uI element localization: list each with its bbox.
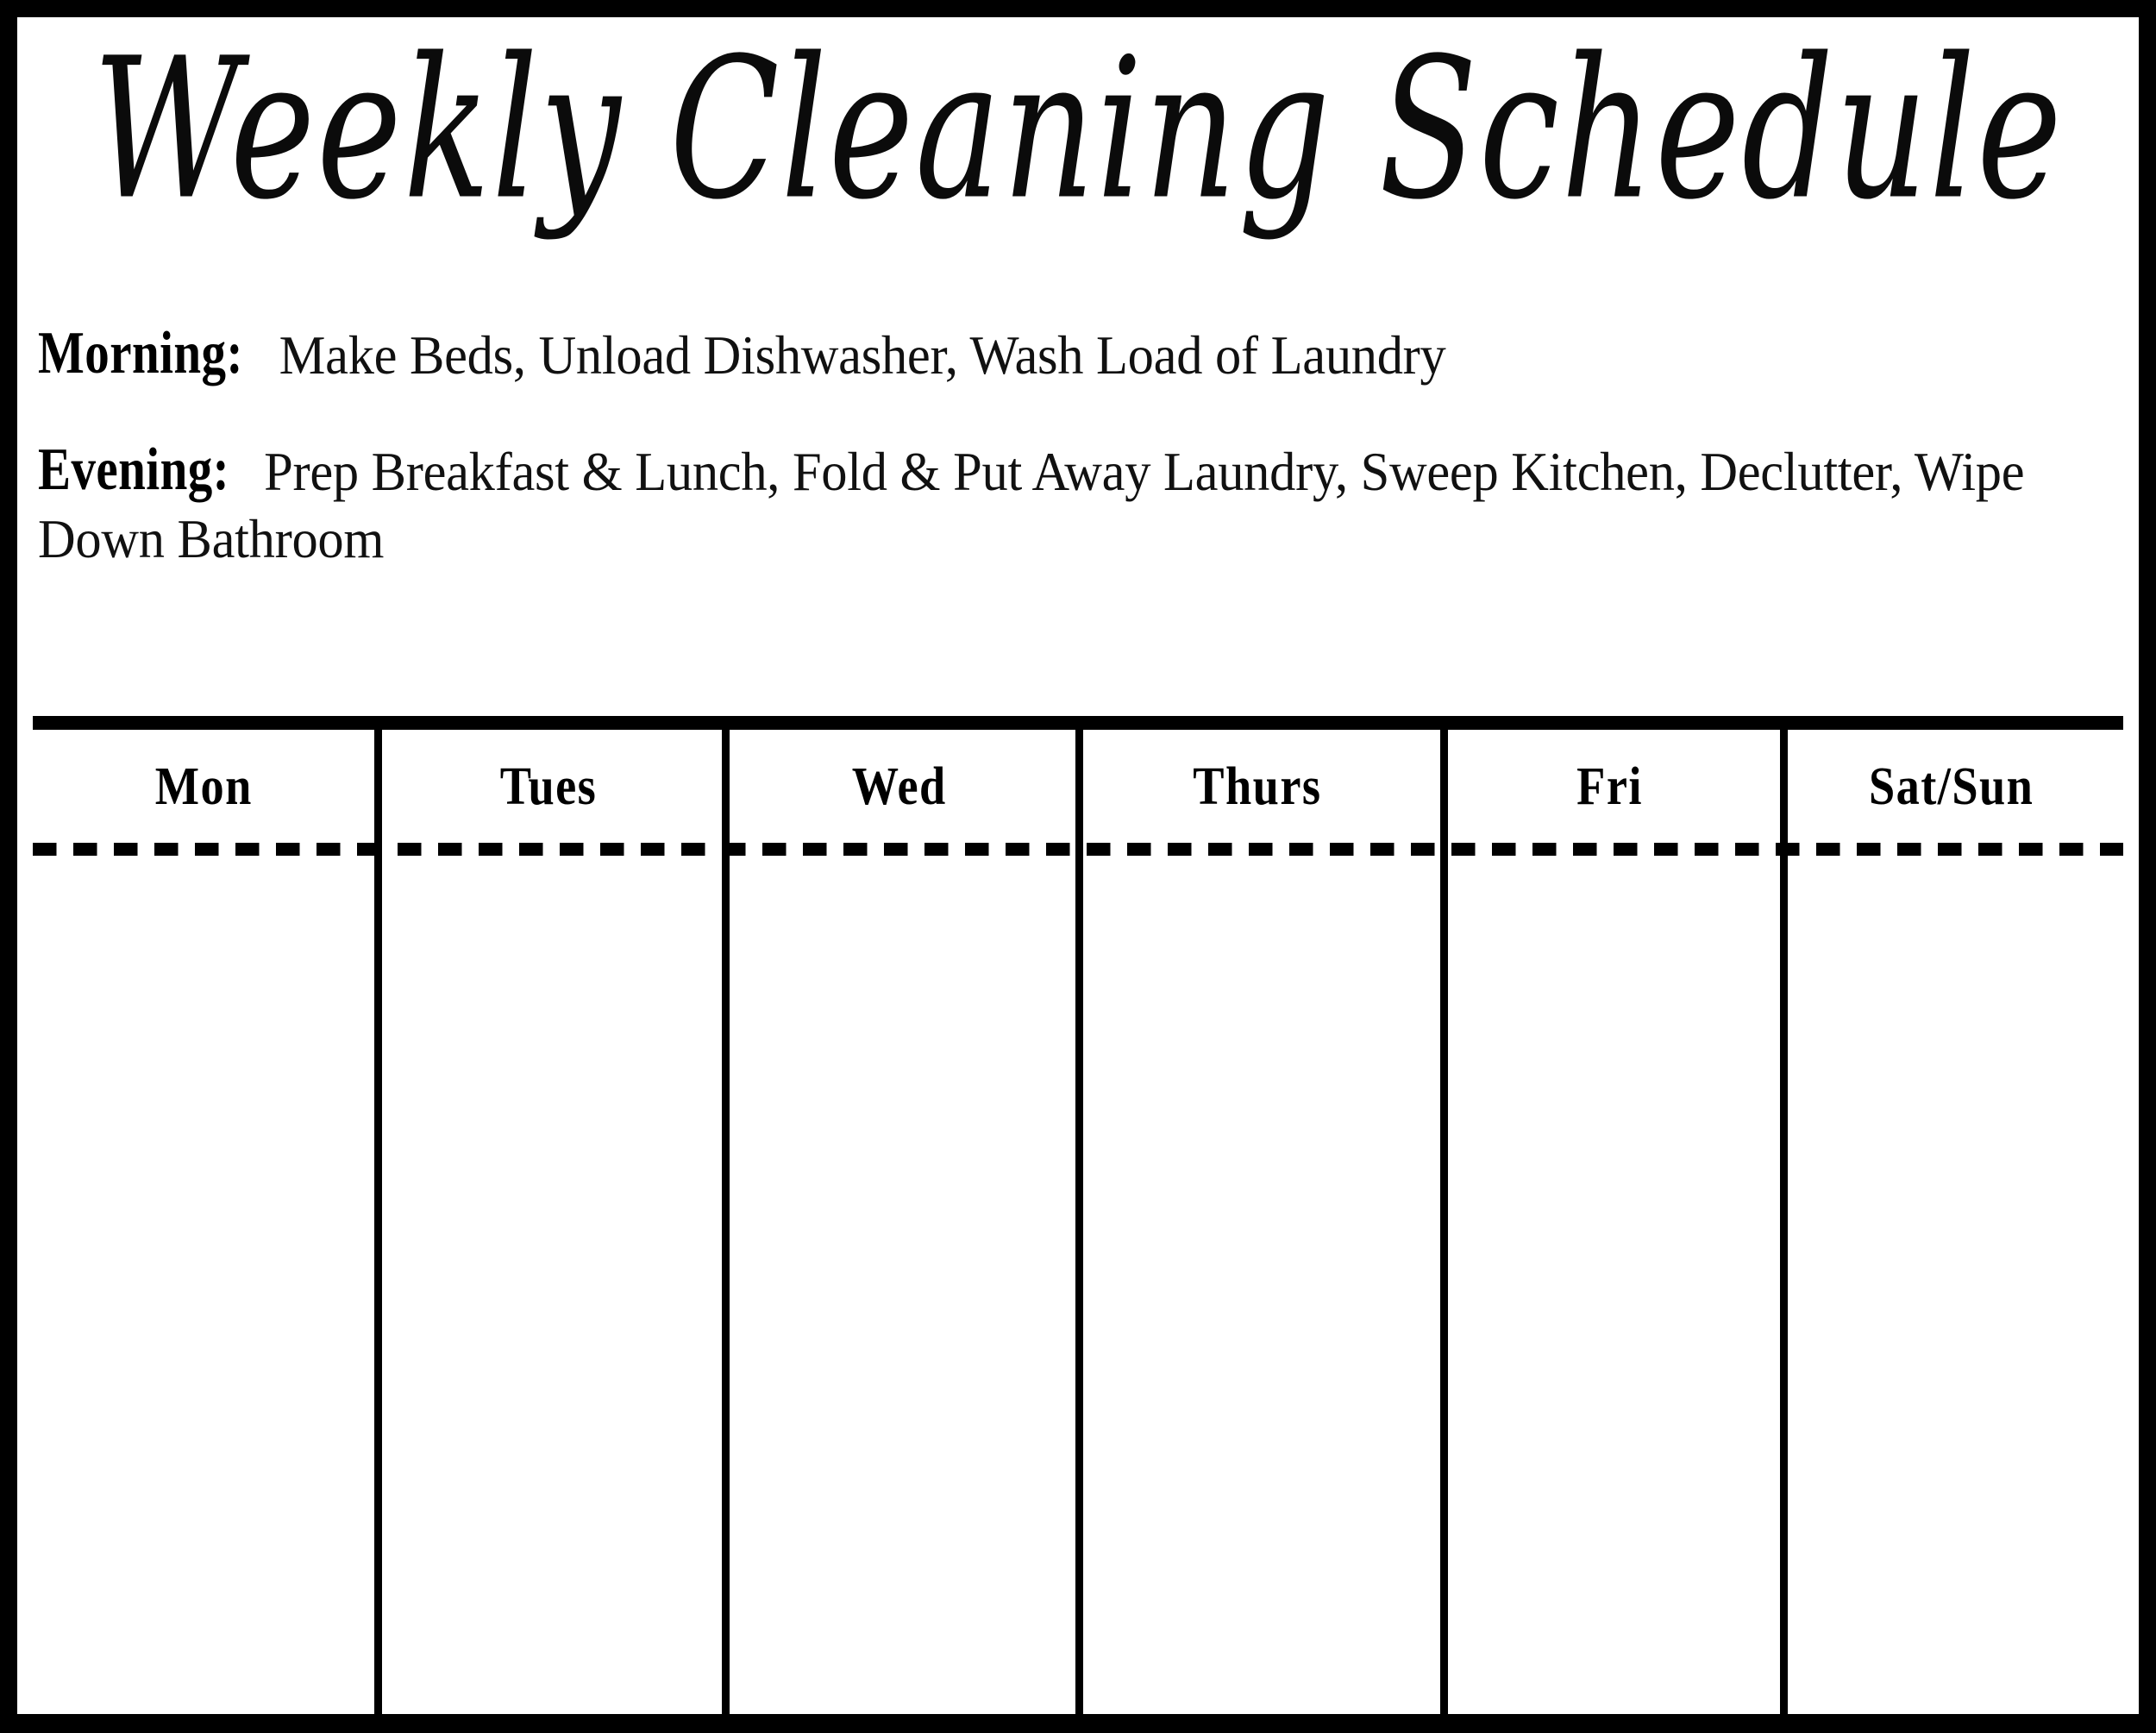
entry-cell-mon[interactable] bbox=[33, 856, 374, 1714]
table-top-rule bbox=[33, 716, 2123, 730]
page-title: Weekly Cleaning Schedule bbox=[17, 22, 2139, 238]
routine-line: Evening: Prep Breakfast & Lunch, Fold & P… bbox=[38, 436, 2035, 573]
column-header-label: Tues bbox=[499, 756, 597, 817]
column-divider-5 bbox=[1780, 730, 1789, 1714]
routine-morning: Morning: Make Beds, Unload Dishwasher, Wa… bbox=[38, 319, 2118, 391]
paper-sheet: Weekly Cleaning Schedule Morning: Make Be… bbox=[17, 17, 2139, 1714]
printable-page: Weekly Cleaning Schedule Morning: Make Be… bbox=[0, 0, 2156, 1733]
routine-evening: Evening: Prep Breakfast & Lunch, Fold & P… bbox=[38, 436, 2118, 573]
entry-cell-thurs[interactable] bbox=[1075, 856, 1440, 1714]
page-title-text: Weekly Cleaning Schedule bbox=[92, 17, 2064, 243]
routine-line: Morning: Make Beds, Unload Dishwasher, Wa… bbox=[38, 319, 2035, 391]
column-header-label: Thurs bbox=[1193, 756, 1322, 817]
column-header-label: Fri bbox=[1576, 756, 1644, 817]
routine-tasks-morning: Make Beds, Unload Dishwasher, Wash Load … bbox=[279, 325, 1446, 386]
column-header-label: Wed bbox=[851, 756, 947, 817]
routine-tasks-evening: Prep Breakfast & Lunch, Fold & Put Away … bbox=[38, 441, 2025, 570]
column-divider-4 bbox=[1439, 730, 1448, 1714]
weekly-schedule-table: Mon Tues Wed Thurs Fri Sat/Sun bbox=[33, 716, 2123, 1714]
column-header-label: Sat/Sun bbox=[1869, 756, 2034, 817]
column-header-fri: Fri bbox=[1440, 730, 1781, 843]
column-header-label: Mon bbox=[154, 756, 253, 817]
column-divider-3 bbox=[1075, 730, 1084, 1714]
entry-cell-wed[interactable] bbox=[722, 856, 1075, 1714]
column-divider-1 bbox=[373, 730, 382, 1714]
entry-cell-fri[interactable] bbox=[1440, 856, 1781, 1714]
routine-list: Morning: Make Beds, Unload Dishwasher, Wa… bbox=[38, 319, 2118, 573]
column-divider-2 bbox=[722, 730, 730, 1714]
routine-label-morning: Morning: bbox=[38, 319, 243, 386]
column-header-wed: Wed bbox=[722, 730, 1075, 843]
column-header-mon: Mon bbox=[33, 730, 374, 843]
column-header-tues: Tues bbox=[374, 730, 723, 843]
column-header-satsun: Sat/Sun bbox=[1780, 730, 2123, 843]
routine-label-evening: Evening: bbox=[38, 435, 230, 503]
entry-cell-tues[interactable] bbox=[374, 856, 723, 1714]
entry-cell-satsun[interactable] bbox=[1780, 856, 2123, 1714]
column-header-thurs: Thurs bbox=[1075, 730, 1440, 843]
